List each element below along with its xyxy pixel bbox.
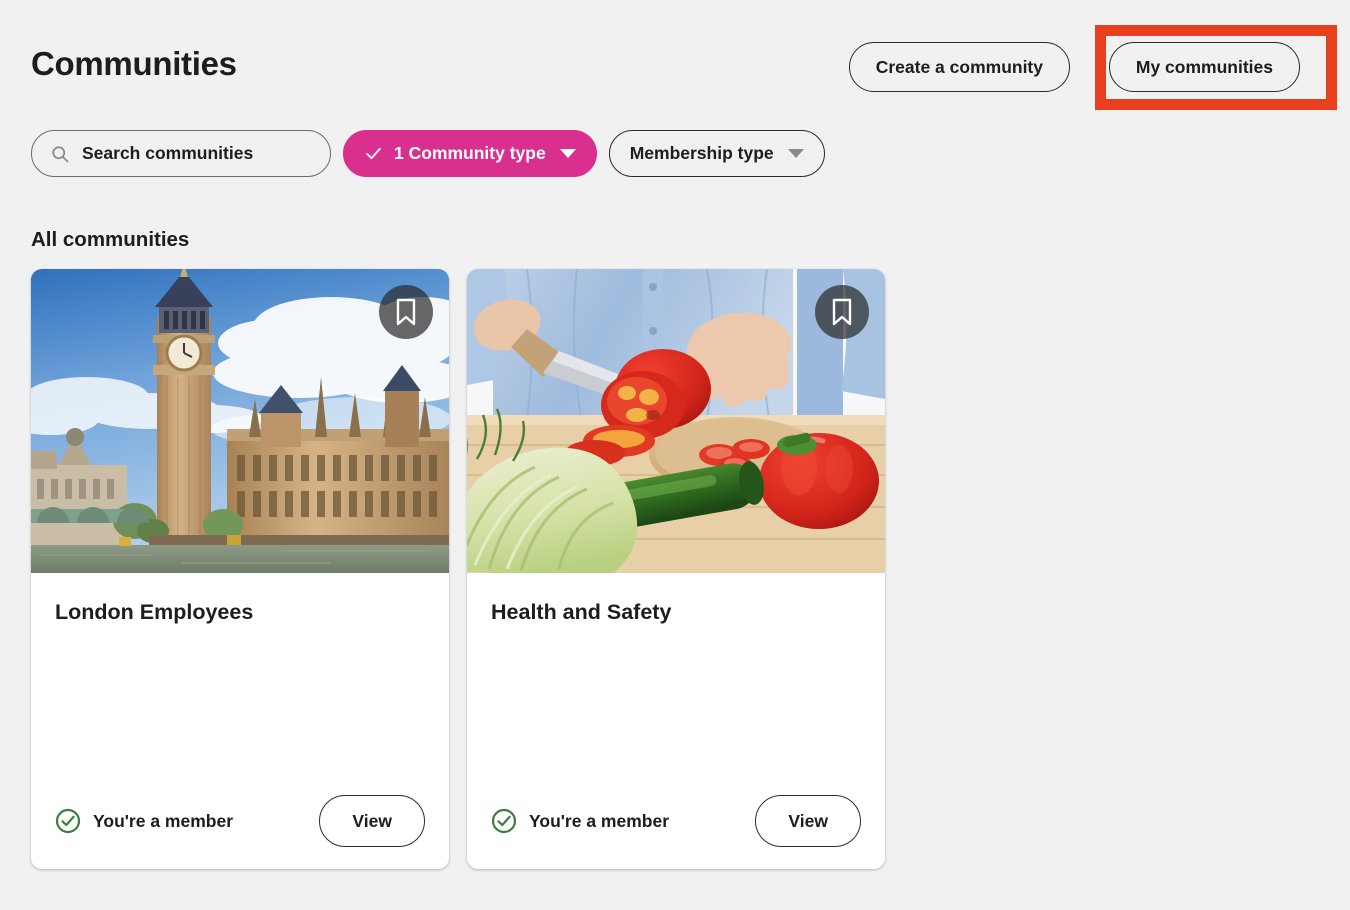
membership-status-label: You're a member	[93, 811, 233, 832]
membership-status-label: You're a member	[529, 811, 669, 832]
community-card-title: Health and Safety	[491, 599, 861, 625]
view-community-button[interactable]: View	[319, 795, 425, 847]
community-card-image	[467, 269, 885, 573]
membership-status: You're a member	[491, 808, 669, 834]
search-icon	[50, 144, 70, 164]
membership-type-filter-chip[interactable]: Membership type	[609, 130, 825, 177]
check-circle-icon	[55, 808, 81, 834]
communities-card-grid: London Employees You're a member View	[31, 269, 885, 869]
community-card-image	[31, 269, 449, 573]
membership-status: You're a member	[55, 808, 233, 834]
my-communities-button[interactable]: My communities	[1109, 42, 1300, 92]
community-card[interactable]: London Employees You're a member View	[31, 269, 449, 869]
community-card-body: Health and Safety You're a member View	[467, 573, 885, 869]
community-type-filter-label: 1 Community type	[394, 143, 546, 164]
chevron-down-icon	[788, 149, 804, 158]
chevron-down-icon	[560, 149, 576, 158]
page-header: Communities Create a community My commun…	[0, 0, 1350, 120]
search-input[interactable]	[82, 143, 312, 164]
community-card-footer: You're a member View	[491, 795, 861, 847]
community-card-title: London Employees	[55, 599, 425, 625]
membership-type-filter-label: Membership type	[630, 143, 774, 164]
view-community-button[interactable]: View	[755, 795, 861, 847]
bookmark-button[interactable]	[379, 285, 433, 339]
check-circle-icon	[491, 808, 517, 834]
community-card-body: London Employees You're a member View	[31, 573, 449, 869]
community-card[interactable]: Health and Safety You're a member View	[467, 269, 885, 869]
all-communities-heading: All communities	[31, 228, 189, 252]
community-card-footer: You're a member View	[55, 795, 425, 847]
search-communities-field[interactable]	[31, 130, 331, 177]
bookmark-icon	[394, 298, 418, 326]
bookmark-icon	[830, 298, 854, 326]
bookmark-button[interactable]	[815, 285, 869, 339]
check-icon	[364, 144, 383, 163]
community-type-filter-chip[interactable]: 1 Community type	[343, 130, 597, 177]
create-a-community-button[interactable]: Create a community	[849, 42, 1070, 92]
filter-row: 1 Community type Membership type	[31, 130, 825, 177]
page-title: Communities	[31, 44, 237, 84]
